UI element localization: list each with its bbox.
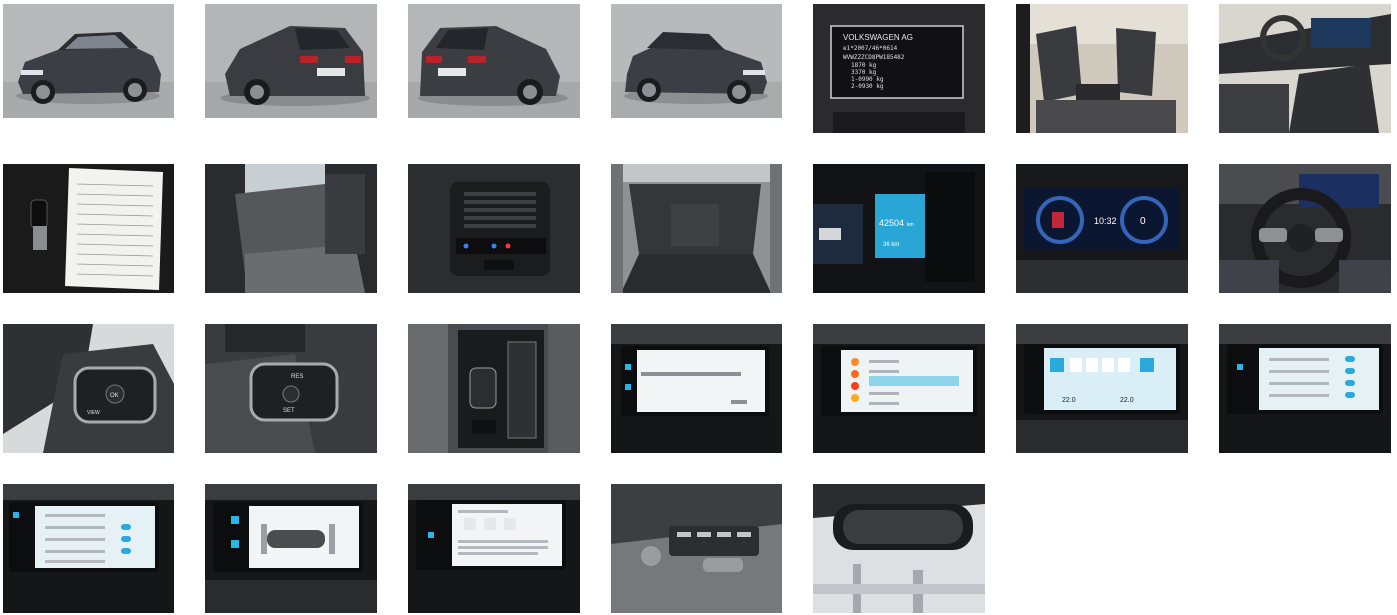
photo-thumb-14[interactable] — [1219, 164, 1391, 293]
odometer-unit: km — [907, 222, 914, 228]
infotainment-radio-image — [813, 324, 985, 453]
car-exterior-rear-left-image — [205, 4, 377, 118]
photo-thumb-26[interactable] — [813, 484, 985, 613]
photo-thumb-4[interactable] — [611, 4, 782, 118]
cockpit-speed: 0 — [1140, 216, 1146, 227]
photo-thumb-15[interactable]: OK VIEW — [3, 324, 174, 453]
front-seats-image — [1016, 4, 1188, 133]
vin-plate-line1: e1*2007/46*0614 — [843, 45, 898, 52]
photo-thumb-20[interactable]: 22.0 22.0 — [1016, 324, 1188, 453]
steering-wheel-left-buttons-image: OK VIEW — [3, 324, 174, 453]
climate-left-temp: 22.0 — [1062, 397, 1076, 404]
steering-view-label: VIEW — [87, 410, 100, 416]
odometer-range: 36 km — [883, 242, 899, 248]
photo-thumb-6[interactable] — [1016, 4, 1188, 133]
infotainment-ecall-image — [408, 484, 580, 613]
photo-thumb-23[interactable] — [205, 484, 377, 613]
vin-plate-line6: 2-0930 kg — [851, 83, 884, 90]
photo-thumb-25[interactable] — [611, 484, 782, 613]
photo-thumb-2[interactable] — [205, 4, 377, 118]
vin-plate-line4: 3370 kg — [851, 69, 877, 76]
rear-view-mirror-image — [813, 484, 985, 613]
photo-thumb-9[interactable] — [205, 164, 377, 293]
vin-plate-line3: 1870 kg — [851, 62, 877, 69]
photo-thumb-10[interactable] — [408, 164, 580, 293]
photo-thumb-5[interactable]: VOLKSWAGEN AG e1*2007/46*0614 WVWZZZCD8P… — [813, 4, 985, 133]
car-exterior-front-right-image — [611, 4, 782, 118]
infotainment-assist-toggles-image — [3, 484, 174, 613]
keys-and-documents-image — [3, 164, 174, 293]
photo-thumb-16[interactable]: RES SET — [205, 324, 377, 453]
photo-thumb-3[interactable] — [408, 4, 580, 118]
steering-wheel-image — [1219, 164, 1391, 293]
rear-seats-image — [205, 164, 377, 293]
vin-plate-line5: 1-0990 kg — [851, 76, 884, 83]
digital-cockpit-image: 10:32 0 — [1016, 164, 1188, 293]
car-exterior-front-left-image — [3, 4, 174, 118]
vin-plate-maker: VOLKSWAGEN AG — [843, 33, 913, 42]
steering-res-label: RES — [291, 374, 303, 380]
photo-thumb-24[interactable] — [408, 484, 580, 613]
climate-right-temp: 22.0 — [1120, 397, 1134, 404]
odometer-display-image: 42504 km 36 km — [813, 164, 985, 293]
photo-thumb-18[interactable] — [611, 324, 782, 453]
vin-plate-line2: WVWZZZCD8PW185482 — [843, 54, 905, 61]
vin-plate-image: VOLKSWAGEN AG e1*2007/46*0614 WVWZZZCD8P… — [813, 4, 985, 133]
photo-thumb-1[interactable] — [3, 4, 174, 118]
dashboard-interior-image — [1219, 4, 1391, 133]
infotainment-parking-view-image — [205, 484, 377, 613]
photo-thumb-17[interactable] — [408, 324, 580, 453]
photo-thumb-7[interactable] — [1219, 4, 1391, 133]
steering-set-label: SET — [283, 408, 295, 414]
photo-thumb-11[interactable] — [611, 164, 782, 293]
photo-thumb-19[interactable] — [813, 324, 985, 453]
car-exterior-rear-right-image — [408, 4, 580, 118]
photo-gallery-grid: VOLKSWAGEN AG e1*2007/46*0614 WVWZZZCD8P… — [0, 0, 1397, 615]
cockpit-time: 10:32 — [1094, 216, 1117, 226]
steering-wheel-right-buttons-image: RES SET — [205, 324, 377, 453]
steering-ok-label: OK — [110, 393, 119, 399]
center-console-image — [408, 324, 580, 453]
infotainment-assist-settings-image — [1219, 324, 1391, 453]
photo-thumb-21[interactable] — [1219, 324, 1391, 453]
door-seat-memory-image — [611, 484, 782, 613]
photo-thumb-8[interactable] — [3, 164, 174, 293]
rear-air-vents-image — [408, 164, 580, 293]
photo-thumb-12[interactable]: 42504 km 36 km — [813, 164, 985, 293]
trunk-image — [611, 164, 782, 293]
infotainment-climate-image: 22.0 22.0 — [1016, 324, 1188, 453]
photo-thumb-22[interactable] — [3, 484, 174, 613]
infotainment-message-image — [611, 324, 782, 453]
photo-thumb-13[interactable]: 10:32 0 — [1016, 164, 1188, 293]
odometer-value: 42504 — [879, 218, 904, 228]
